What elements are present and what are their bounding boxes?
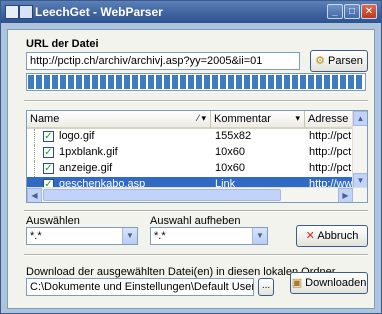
row-address: http://pctip. — [309, 162, 353, 174]
url-label: URL der Datei — [26, 38, 99, 50]
row-comment: 10x60 — [215, 162, 245, 174]
separator — [24, 100, 368, 102]
list-row[interactable]: ✓ logo.gif 155x82 http://pctip. — [27, 129, 353, 145]
checkbox-checked-icon[interactable]: ✓ — [43, 147, 54, 158]
scroll-up-icon[interactable]: ▲ — [353, 111, 367, 126]
tree-line — [34, 129, 42, 145]
dropdown-arrow-icon[interactable]: ▼ — [252, 228, 267, 244]
parse-button-label: Parsen — [328, 55, 363, 67]
close-button[interactable]: ✕ — [361, 4, 377, 19]
checkbox-checked-icon[interactable]: ✓ — [43, 131, 54, 142]
row-name: logo.gif — [59, 130, 95, 142]
file-list[interactable]: Name ⁄ ▾ Kommentar ▾ Adresse ✓ logo.gif … — [26, 110, 368, 203]
cancel-button-label: Abbruch — [317, 230, 359, 242]
row-name: anzeige.gif — [59, 162, 113, 174]
scroll-left-icon[interactable]: ◀ — [27, 188, 42, 202]
dropdown-arrow-icon[interactable]: ▼ — [122, 228, 137, 244]
vertical-scrollbar[interactable]: ▲ ▼ — [352, 111, 367, 188]
parse-button[interactable]: ⚙ Parsen — [310, 50, 368, 72]
deselect-label: Auswahl aufheben — [150, 215, 241, 227]
scroll-down-icon[interactable]: ▼ — [353, 173, 367, 188]
window-menu-icon[interactable] — [19, 5, 33, 19]
row-address: http://pctip. — [309, 130, 353, 142]
close-x-icon: ✕ — [305, 230, 315, 242]
row-comment: 10x60 — [215, 146, 245, 158]
package-icon: ▣ — [291, 277, 303, 289]
separator — [24, 210, 368, 212]
download-label: Download der ausgewählten Datei(en) in d… — [26, 266, 336, 278]
row-address: http://pctip. — [309, 146, 353, 158]
progress-bar — [26, 73, 366, 91]
download-button-label: Downloaden — [305, 277, 367, 289]
select-label: Auswählen — [26, 215, 80, 227]
app-icon — [5, 5, 19, 19]
separator — [24, 254, 368, 256]
title-bar[interactable]: LeechGet - WebParser _ □ ✕ — [1, 1, 381, 23]
folder-input[interactable]: C:\Dokumente und Einstellungen\Default U… — [26, 278, 254, 296]
maximize-button[interactable]: □ — [344, 4, 360, 19]
window-title: LeechGet - WebParser — [35, 5, 163, 19]
webparser-window: LeechGet - WebParser _ □ ✕ URL der Datei… — [0, 0, 382, 314]
list-row[interactable]: ✓ anzeige.gif 10x60 http://pctip. — [27, 161, 353, 177]
scroll-thumb[interactable] — [43, 189, 281, 201]
gear-icon: ⚙ — [315, 55, 325, 67]
tree-line — [34, 161, 42, 177]
cancel-button[interactable]: ✕ Abbruch — [296, 225, 368, 247]
column-header-comment[interactable]: Kommentar ▾ — [211, 111, 305, 129]
select-filter-dropdown[interactable]: *.* ▼ — [26, 227, 138, 245]
dropdown-arrow-icon: ▾ — [295, 113, 300, 123]
row-name: 1pxblank.gif — [59, 146, 118, 158]
row-comment: 155x82 — [215, 130, 252, 142]
list-row[interactable]: ✓ 1pxblank.gif 10x60 http://pctip. — [27, 145, 353, 161]
checkbox-checked-icon[interactable]: ✓ — [43, 163, 54, 174]
progress-fill — [28, 75, 364, 89]
tree-line — [34, 145, 42, 161]
main-panel: URL der Datei http://pctip.ch/archiv/arc… — [7, 29, 375, 309]
download-button[interactable]: ▣ Downloaden — [290, 272, 368, 294]
url-input[interactable]: http://pctip.ch/archiv/archivj.asp?yy=20… — [26, 52, 300, 70]
column-header-name[interactable]: Name ⁄ ▾ — [27, 111, 211, 129]
scroll-right-icon[interactable]: ▶ — [338, 188, 353, 202]
horizontal-scrollbar[interactable]: ◀ ▶ — [27, 187, 367, 202]
browse-button[interactable]: ... — [258, 278, 274, 296]
sort-icon: ⁄ ▾ — [197, 113, 206, 123]
deselect-filter-dropdown[interactable]: *.* ▼ — [150, 227, 268, 245]
minimize-button[interactable]: _ — [327, 4, 343, 19]
